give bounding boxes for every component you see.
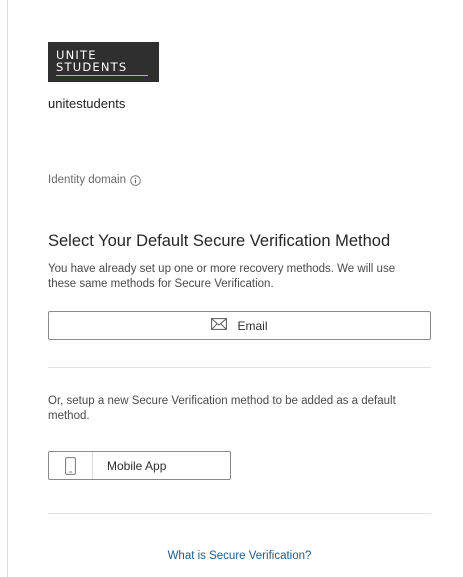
email-method-label: Email <box>237 318 268 333</box>
page-left-border <box>7 0 8 577</box>
email-method-button[interactable]: Email <box>48 311 431 340</box>
page-heading: Select Your Default Secure Verification … <box>48 232 391 250</box>
identity-domain: Identity domain <box>48 174 141 186</box>
verification-page: UNITE STUDENTS unitestudents Identity do… <box>0 0 463 577</box>
mobile-app-label: Mobile App <box>107 458 167 473</box>
mobile-app-method-button[interactable]: Mobile App <box>48 451 231 480</box>
recovery-methods-description: You have already set up one or more reco… <box>48 263 396 290</box>
section-divider-1 <box>48 367 431 368</box>
section-divider-2 <box>48 513 431 514</box>
envelope-icon <box>211 318 228 333</box>
identity-domain-label: Identity domain <box>48 174 126 186</box>
help-link-container: What is Secure Verification? <box>0 546 463 564</box>
what-is-secure-verification-link[interactable]: What is Secure Verification? <box>168 550 312 562</box>
unite-students-logo: UNITE STUDENTS <box>48 42 159 82</box>
setup-new-method-text: Or, setup a new Secure Verification meth… <box>48 395 396 422</box>
info-circle-icon[interactable] <box>130 174 141 186</box>
tenant-name: unitestudents <box>48 96 126 111</box>
smartphone-icon <box>49 452 93 479</box>
logo-underline <box>56 75 148 76</box>
logo-line-2: STUDENTS <box>56 60 128 74</box>
